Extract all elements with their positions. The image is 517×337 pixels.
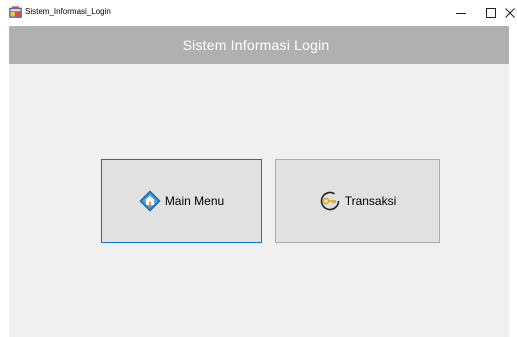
minimize-button[interactable]	[446, 0, 476, 26]
app-window: Sistem_Informasi_Login Sistem Informasi …	[0, 0, 517, 337]
page-title: Sistem Informasi Login	[182, 37, 330, 53]
app-icon	[9, 6, 22, 18]
key-icon	[320, 191, 340, 211]
close-button[interactable]	[502, 0, 517, 26]
main-menu-button-content: Main Menu	[139, 190, 224, 212]
transaksi-label: Transaksi	[344, 194, 397, 208]
transaksi-button[interactable]: Transaksi	[275, 159, 440, 243]
minimize-icon	[456, 13, 466, 14]
window-title: Sistem_Informasi_Login	[25, 7, 111, 16]
form-client-area: Sistem Informasi Login Main Menu Transak…	[9, 26, 509, 337]
home-diamond-icon	[139, 190, 161, 212]
main-menu-button[interactable]: Main Menu	[101, 159, 262, 243]
maximize-icon	[486, 8, 496, 18]
header-band: Sistem Informasi Login	[9, 26, 509, 64]
transaksi-button-content: Transaksi	[319, 190, 397, 212]
close-icon	[504, 8, 515, 18]
main-menu-label: Main Menu	[164, 194, 225, 208]
title-bar[interactable]: Sistem_Informasi_Login	[0, 0, 517, 26]
